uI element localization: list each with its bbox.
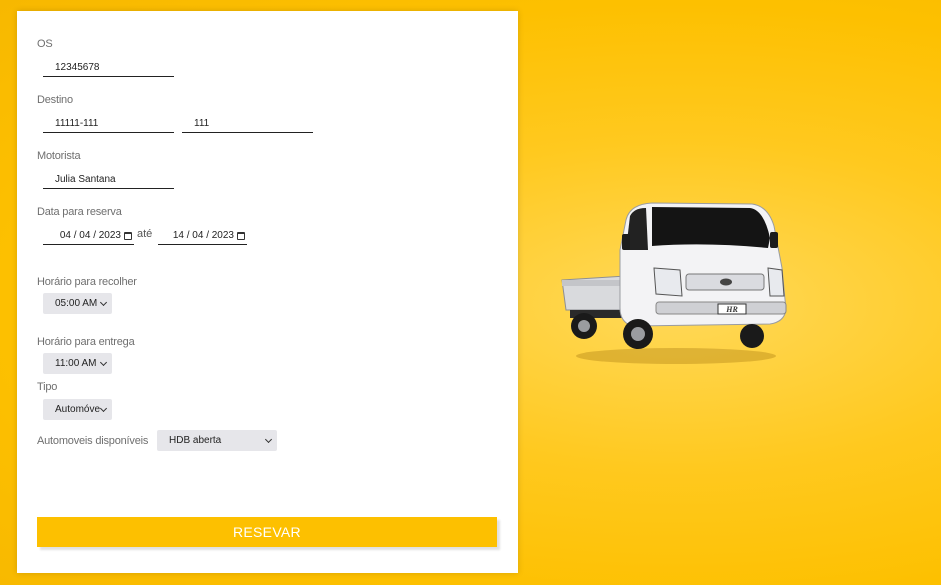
tipo-label: Tipo [37, 381, 58, 393]
destino-cep-input[interactable] [43, 115, 174, 133]
chevron-down-icon [99, 358, 108, 367]
horario-recolher-select[interactable]: 05:00 AM [43, 293, 112, 314]
data-inicio-value: 04 / 04 / 2023 [59, 230, 121, 241]
data-fim-input[interactable]: 14 / 04 / 2023 [158, 227, 247, 245]
automoveis-label: Automoveis disponíveis [37, 435, 149, 447]
destino-label: Destino [37, 94, 73, 106]
os-input[interactable] [43, 59, 174, 77]
chevron-down-icon [264, 435, 273, 444]
tipo-value: Automóve [55, 404, 101, 415]
reservation-form-card: OS Destino Motorista Data para reserva 0… [17, 11, 518, 573]
tipo-select[interactable]: Automóve [43, 399, 112, 420]
horario-recolher-value: 05:00 AM [55, 298, 98, 309]
chevron-down-icon [99, 404, 108, 413]
white-pickup-truck-image: HR [561, 202, 787, 364]
calendar-icon[interactable] [237, 231, 245, 240]
ate-label: até [137, 228, 153, 240]
chevron-down-icon [99, 298, 108, 307]
data-inicio-input[interactable]: 04 / 04 / 2023 [43, 227, 134, 245]
horario-entrega-label: Horário para entrega [37, 336, 135, 348]
motorista-input[interactable] [43, 171, 174, 189]
calendar-icon[interactable] [124, 231, 132, 240]
data-reserva-label: Data para reserva [37, 206, 122, 218]
horario-recolher-label: Horário para recolher [37, 276, 137, 288]
os-label: OS [37, 38, 53, 50]
automoveis-select[interactable]: HDB aberta [157, 430, 277, 451]
horario-entrega-select[interactable]: 11:00 AM [43, 353, 112, 374]
truck-badge: HR [725, 305, 738, 314]
destino-numero-input[interactable] [182, 115, 313, 133]
horario-entrega-value: 11:00 AM [55, 358, 97, 369]
reservar-button[interactable]: RESEVAR [37, 517, 497, 547]
data-fim-value: 14 / 04 / 2023 [172, 230, 234, 241]
automoveis-value: HDB aberta [169, 435, 222, 446]
motorista-label: Motorista [37, 150, 81, 162]
